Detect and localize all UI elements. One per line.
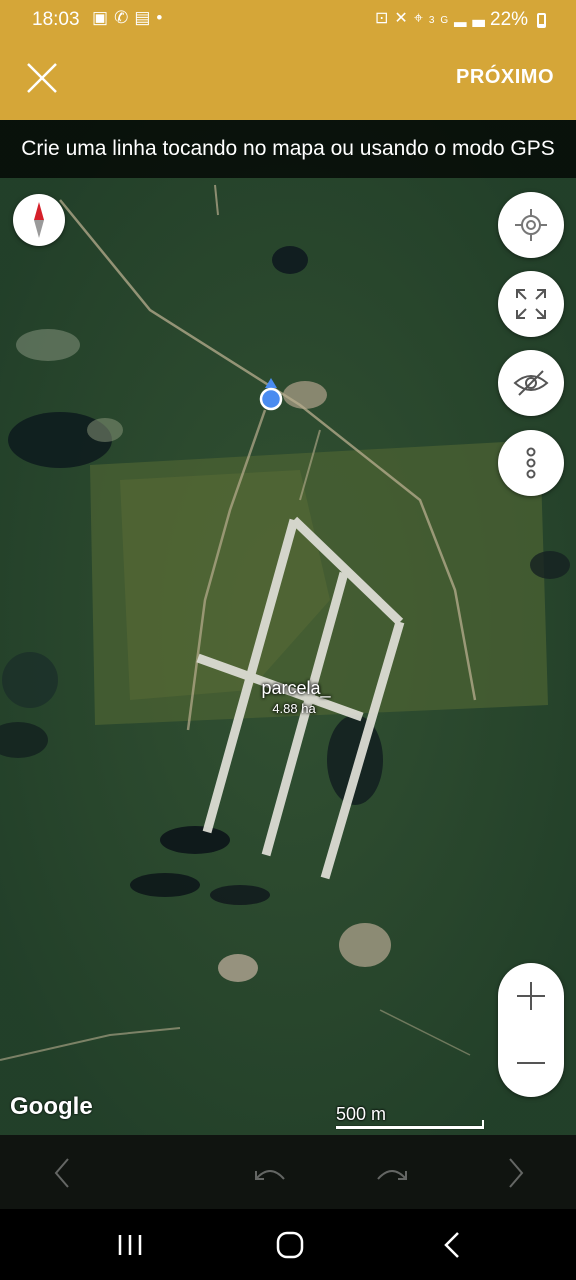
chevron-left-icon [54,1158,69,1188]
zoom-in-icon [517,982,545,1010]
battery-icon [537,13,546,28]
instruction-banner: Crie uma linha tocando no mapa ou usando… [0,120,576,178]
compass-icon [34,202,44,238]
visibility-toggle-button[interactable] [498,350,564,416]
my-location-button[interactable] [498,192,564,258]
next-vertex-button[interactable] [496,1153,536,1193]
redo-icon [377,1170,407,1180]
zoom-out-button[interactable] [498,1030,564,1097]
back-button[interactable] [432,1227,472,1263]
scale-tick [482,1120,484,1129]
close-icon [27,63,57,93]
compass-button[interactable] [13,194,65,246]
home-icon [276,1231,304,1259]
plot-area: 4.88 ha [272,701,316,716]
status-time: 18:03 [32,9,80,30]
recents-button[interactable] [110,1227,150,1263]
signal-icon: ▂▃ [454,10,491,27]
redo-button[interactable] [372,1153,412,1193]
zoom-out-icon [517,1062,545,1064]
zoom-controls [498,963,564,1097]
back-icon [444,1232,459,1258]
whatsapp-icon: ✆ [114,8,135,27]
more-vert-icon [526,447,536,479]
mute-icon: ✕ [394,10,414,27]
lock-icon: ⊡ [375,10,395,27]
zoom-in-button[interactable] [498,963,564,1030]
scale-label: 500 m [336,1104,387,1124]
undo-button[interactable] [250,1153,290,1193]
home-button[interactable] [270,1227,310,1263]
image-icon: ▣ [92,8,115,27]
plot-label: parcela_ 4.88 ha [244,678,364,716]
more-options-button[interactable] [498,430,564,496]
plot-name: parcela_ [261,678,331,698]
edit-toolbar [0,1135,576,1209]
location-icon: ⌖ [413,10,429,27]
dot-icon: • [156,8,169,27]
status-bar: 18:03 ▣✆▤• ⊡✕⌖3G▂▃ 22% [0,0,576,40]
next-button[interactable]: PRÓXIMO [456,66,554,89]
fullscreen-button[interactable] [498,271,564,337]
map-imagery [0,120,576,1135]
close-button[interactable] [20,56,64,100]
google-attribution: Google [10,1093,93,1120]
notification-icons: ▣✆▤• [92,8,168,28]
battery-percent: 22% [490,9,529,30]
satellite-map[interactable] [0,120,576,1135]
scale-bar: 500 m [336,1104,486,1130]
3g-icon: 3G [428,15,455,26]
chevron-right-icon [509,1158,524,1188]
scale-line [336,1126,484,1129]
my-location-icon [515,209,547,241]
previous-vertex-button[interactable] [42,1153,82,1193]
system-nav-bar [0,1209,576,1280]
undo-icon [255,1170,285,1180]
system-icons: ⊡✕⌖3G▂▃ [375,8,491,28]
recents-icon [118,1235,142,1255]
top-app-bar: PRÓXIMO [0,40,576,120]
gallery-icon: ▤ [134,8,157,27]
fullscreen-icon [516,289,546,319]
visibility-off-icon [513,370,549,396]
